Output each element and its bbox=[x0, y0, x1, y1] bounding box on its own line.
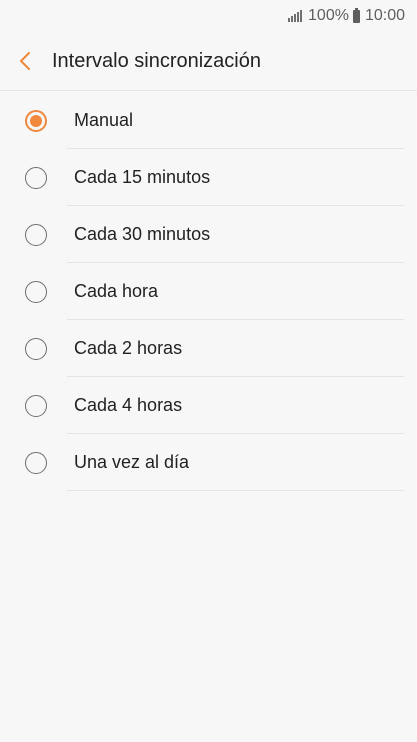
option-once-a-day[interactable]: Una vez al día bbox=[0, 434, 417, 491]
status-bar: 100% 10:00 bbox=[0, 0, 417, 32]
option-label: Cada 30 minutos bbox=[74, 224, 211, 244]
radio-button[interactable] bbox=[25, 394, 47, 417]
clock: 10:00 bbox=[364, 7, 405, 24]
page-title: Intervalo sincronización bbox=[52, 49, 261, 72]
radio-button[interactable] bbox=[25, 166, 47, 189]
option-label: Cada 4 horas bbox=[74, 395, 183, 415]
battery-percent: 100% bbox=[308, 7, 349, 24]
option-every-4-hours[interactable]: Cada 4 horas bbox=[0, 377, 417, 434]
option-label: Cada hora bbox=[74, 281, 159, 301]
option-manual[interactable]: Manual bbox=[0, 92, 417, 149]
option-label: Manual bbox=[74, 110, 134, 130]
option-every-15-minutes[interactable]: Cada 15 minutos bbox=[0, 149, 417, 206]
radio-button[interactable] bbox=[25, 337, 47, 360]
radio-button[interactable] bbox=[25, 109, 47, 132]
sync-interval-options: Manual Cada 15 minutos Cada 30 minutos C… bbox=[0, 92, 417, 491]
radio-button[interactable] bbox=[25, 223, 47, 246]
option-every-hour[interactable]: Cada hora bbox=[0, 263, 417, 320]
option-label: Cada 15 minutos bbox=[74, 167, 211, 187]
signal-icon bbox=[288, 10, 303, 22]
divider bbox=[67, 490, 404, 491]
back-button[interactable] bbox=[14, 46, 36, 76]
app-header: Intervalo sincronización bbox=[0, 32, 417, 91]
option-label: Una vez al día bbox=[74, 452, 190, 472]
option-label: Cada 2 horas bbox=[74, 338, 183, 358]
chevron-left-icon bbox=[20, 52, 30, 70]
option-every-2-hours[interactable]: Cada 2 horas bbox=[0, 320, 417, 377]
battery-icon bbox=[352, 7, 360, 23]
option-every-30-minutes[interactable]: Cada 30 minutos bbox=[0, 206, 417, 263]
radio-button[interactable] bbox=[25, 280, 47, 303]
radio-button[interactable] bbox=[25, 451, 47, 474]
